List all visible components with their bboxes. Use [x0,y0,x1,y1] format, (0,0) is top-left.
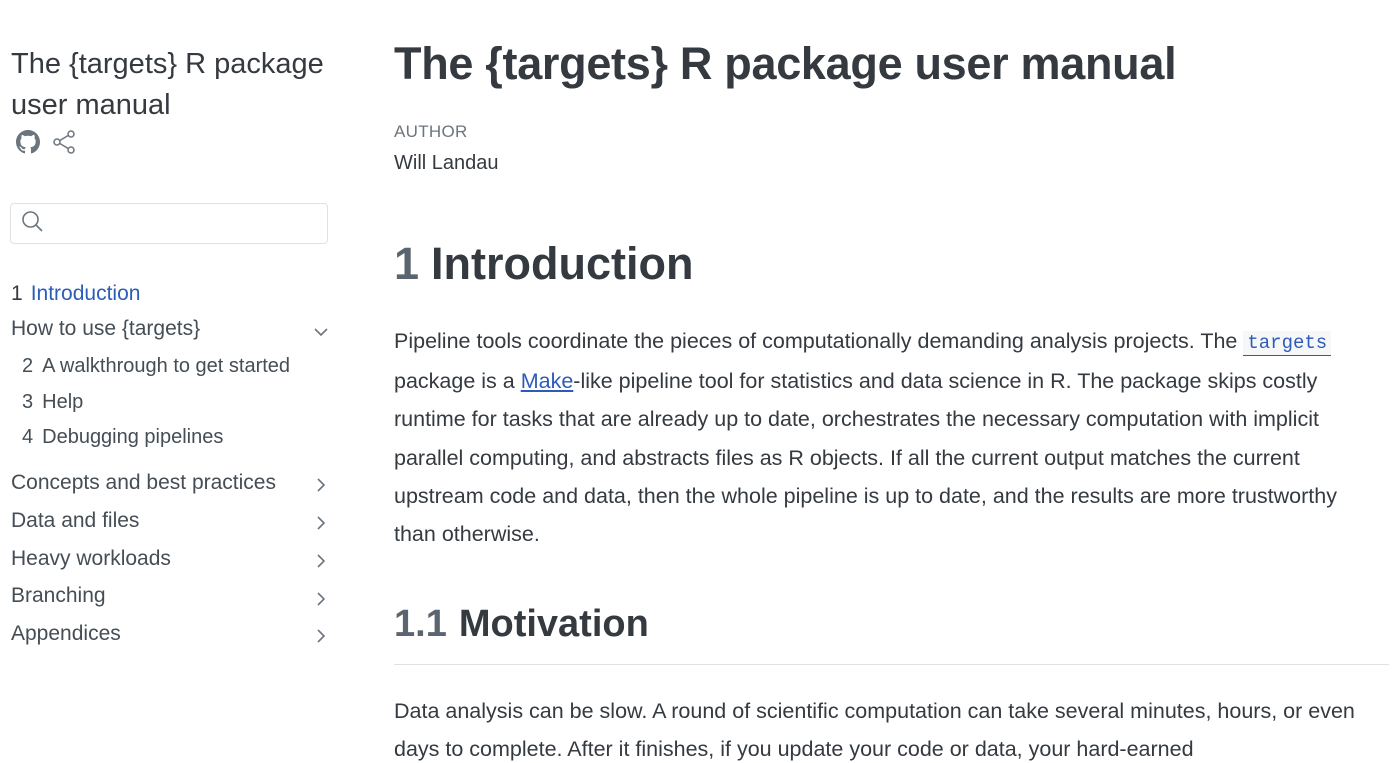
sidebar-section-branching[interactable]: Branching [11,584,106,608]
sidebar-item-debugging[interactable]: 4 Debugging pipelines [22,426,223,449]
intro-text-start: Pipeline tools coordinate the pieces of … [394,329,1244,353]
sidebar-item-walkthrough[interactable]: 2 A walkthrough to get started [22,355,290,378]
chevron-right-icon[interactable] [312,627,330,645]
section-heading-motivation: 1.1 Motivation [394,603,649,646]
sidebar-section-label: Data and files [11,509,140,532]
sidebar-item-number: 3 [22,391,34,413]
page-title: The {targets} R package user manual [394,38,1177,89]
sidebar-section-label: Branching [11,584,106,607]
chevron-right-icon[interactable] [312,590,330,608]
intro-paragraph: Pipeline tools coordinate the pieces of … [394,322,1384,553]
section-heading-introduction: 1 Introduction [394,238,693,290]
chevron-right-icon[interactable] [312,552,330,570]
sidebar-tools [15,129,77,155]
intro-text-end: -like pipeline tool for statistics and d… [394,369,1337,547]
chevron-right-icon[interactable] [312,514,330,532]
page: The {targets} R package user manual 1 In… [0,0,1393,763]
sidebar-item-label: Debugging pipelines [42,426,224,448]
search-input[interactable] [49,207,327,240]
sidebar-section-data-files[interactable]: Data and files [11,509,139,533]
sidebar-item-label: A walkthrough to get started [42,355,291,377]
sidebar-item-number: 1 [11,282,23,305]
sidebar: The {targets} R package user manual 1 In… [0,0,345,763]
search-box[interactable] [10,203,328,244]
sidebar-section-label: Heavy workloads [11,547,171,570]
sidebar-section-heavy-workloads[interactable]: Heavy workloads [11,547,171,571]
site-title[interactable]: The {targets} R package user manual [11,44,331,126]
sidebar-section-label: Appendices [11,622,121,645]
section-title: Motivation [458,603,649,645]
main-content: The {targets} R package user manual AUTH… [394,0,1389,763]
sidebar-section-label: Concepts and best practices [11,471,276,494]
targets-code-link[interactable]: targets [1243,331,1332,356]
sidebar-item-introduction[interactable]: 1 Introduction [11,282,140,306]
sidebar-item-label: Introduction [30,282,141,305]
make-link[interactable]: Make [521,369,574,393]
intro-text-middle: package is a [394,369,521,394]
sidebar-section-how-to-use[interactable]: How to use {targets} [11,317,200,341]
author-label: AUTHOR [394,122,468,141]
author-name: Will Landau [394,152,499,174]
sidebar-section-appendices[interactable]: Appendices [11,622,121,646]
sidebar-section-concepts[interactable]: Concepts and best practices [11,471,276,495]
sidebar-section-label: How to use {targets} [11,317,201,340]
sidebar-item-help[interactable]: 3 Help [22,391,83,414]
sidebar-item-number: 4 [22,426,34,448]
sidebar-item-number: 2 [22,355,34,377]
share-icon[interactable] [51,129,77,155]
section-divider [394,664,1389,665]
section-number: 1 [394,238,420,289]
search-icon [21,210,43,237]
github-icon[interactable] [15,129,41,155]
chevron-right-icon[interactable] [312,476,330,494]
section-title: Introduction [431,238,694,289]
section-number: 1.1 [394,603,447,645]
motivation-paragraph: Data analysis can be slow. A round of sc… [394,699,1355,762]
chevron-down-icon[interactable] [312,323,330,341]
sidebar-item-label: Help [42,391,84,413]
